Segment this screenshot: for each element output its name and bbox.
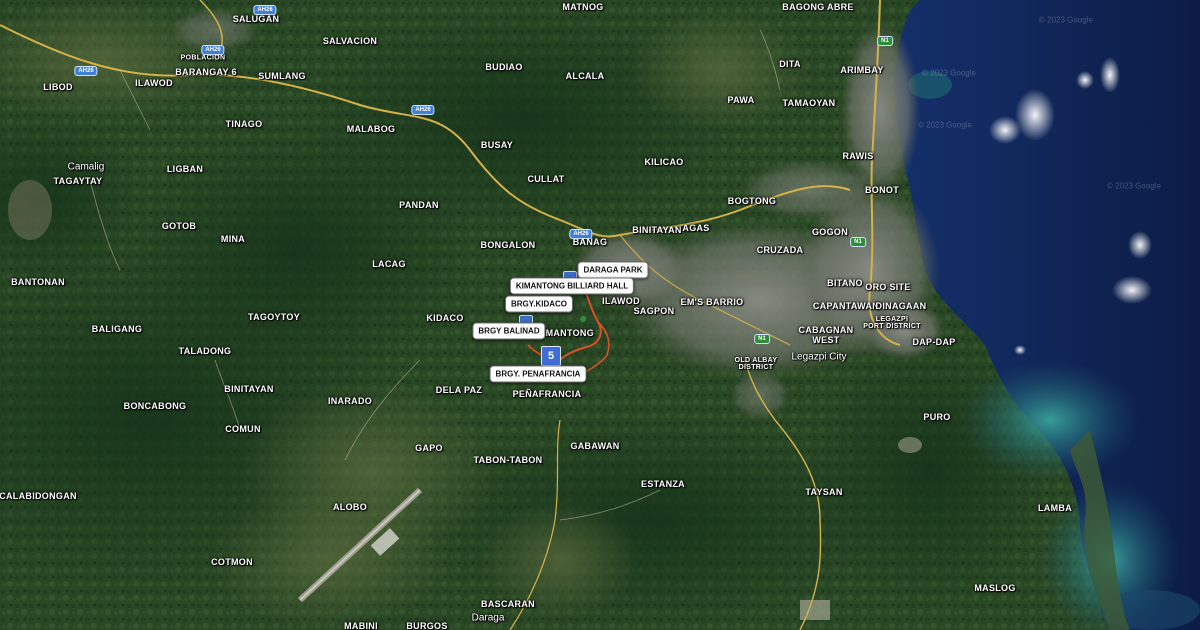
marker-kimantong-billiard-hall[interactable]: KIMANTONG BILLIARD HALL: [509, 277, 635, 295]
marker-brgy-kidaco[interactable]: BRGY.KIDACO: [504, 295, 574, 313]
marker-daraga-park[interactable]: DARAGA PARK: [577, 261, 649, 279]
route-pin[interactable]: 5: [541, 346, 561, 366]
satellite-map[interactable]: SALUGAN POBLACION SALVACION MATNOG BAGON…: [0, 0, 1200, 630]
marker-brgy-balinad[interactable]: BRGY BALINAD: [472, 322, 546, 340]
marker-brgy-penafrancia[interactable]: BRGY. PENAFRANCIA: [489, 365, 587, 383]
map-terrain: [0, 0, 1200, 630]
